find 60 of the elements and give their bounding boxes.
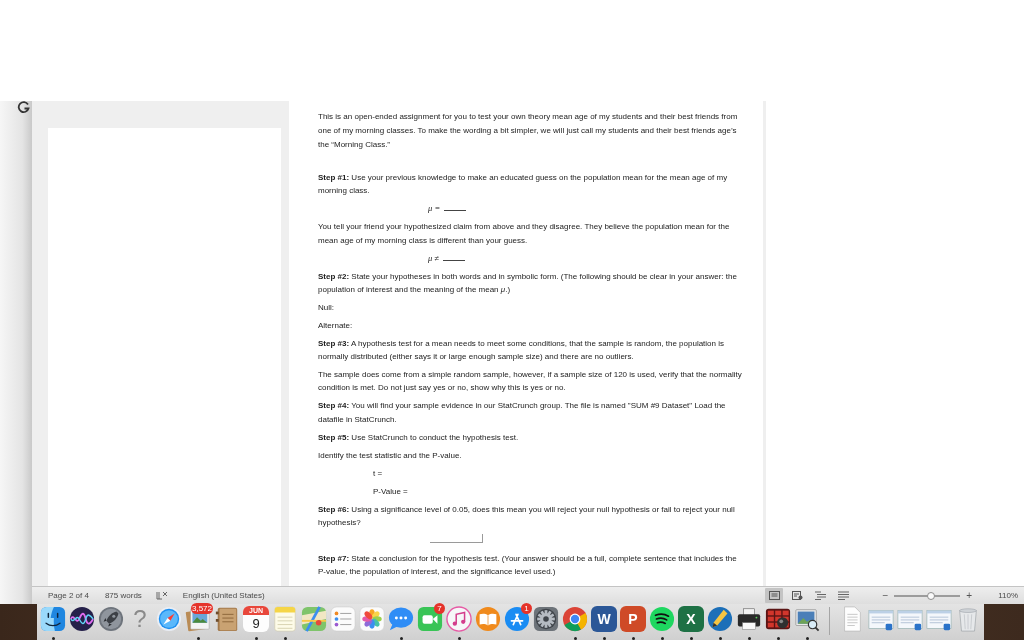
page-lines-icon: [768, 591, 780, 600]
pencil-icon[interactable]: [707, 606, 733, 632]
paragraph: Step #4: You will find your sample evidence in our StatCrunch group. The file is named "SUM #9 Dataset" Load the datafile in StatCrunch.: [318, 400, 727, 426]
word-count-text[interactable]: 875 words: [104, 591, 142, 600]
formula-text: μ =: [428, 202, 441, 216]
settings-icon[interactable]: [533, 606, 559, 632]
outline-list-icon: [814, 591, 826, 600]
notification-badge: 7: [434, 603, 445, 614]
swirl-orb-icon[interactable]: [69, 606, 95, 632]
fill-in-line[interactable]: [444, 210, 467, 212]
view-button[interactable]: [765, 588, 784, 603]
p-tile-icon[interactable]: P: [620, 606, 646, 632]
pencil-a-icon[interactable]: [504, 606, 530, 632]
music-note-icon[interactable]: [446, 606, 472, 632]
paragraph: Identify the test statistic and the P-value.: [318, 449, 463, 462]
paragraph: You tell your friend your hypothesized claim from above and they disagree. They believe the population mean for the mean age of my morning class is different than your guess.: [318, 221, 731, 247]
notification-badge: 3,572: [190, 603, 213, 614]
paragraph: Step #7: State a conclusion for the hypothesis test. (Your answer should be a full, complete sentence that includes the P-value, the population of interest, and the significance level used.): [318, 552, 738, 579]
paragraph: Step #5: Use StatCrunch to conduct the hypothesis test.: [318, 431, 520, 444]
notebook-icon[interactable]: [214, 606, 240, 632]
open-book-icon[interactable]: [475, 606, 501, 632]
printer-icon[interactable]: [736, 606, 762, 632]
paragraph: This is an open-ended assignment for you to test your own theory mean age of my students and their best friends from one of my morning classes. To make the wording a bit simpler, we will just call my students and their best friends age’s the “Morning Class.”: [318, 111, 739, 151]
zoom-out-button[interactable]: −: [880, 589, 891, 602]
flower-icon[interactable]: [359, 606, 385, 632]
paragraph: Step #3: A hypothesis test for a mean needs to meet some conditions, that the sample is random, the population is normally distributed (either says it or large enough sample size) and there are no outliers.: [318, 337, 725, 364]
page-globe-icon: [791, 591, 803, 600]
draft-lines-icon: [837, 591, 849, 600]
paragraph: Step #1: Use your previous knowledge to make an educated guess on the population mean for the mean age of my morning class.: [318, 172, 729, 198]
zoom-percent-text[interactable]: 110%: [998, 591, 1018, 600]
answer-label: P-Value =: [373, 485, 408, 498]
fill-in-line[interactable]: [443, 259, 466, 261]
segmented-ball-icon[interactable]: [562, 606, 588, 632]
tile-grid-icon[interactable]: [765, 606, 791, 632]
zoom-in-button[interactable]: +: [964, 589, 975, 602]
answer-box[interactable]: [430, 533, 483, 543]
video-camera-icon[interactable]: [417, 606, 443, 632]
smiley-face-icon[interactable]: [40, 606, 66, 632]
w-tile-icon[interactable]: W: [591, 606, 617, 632]
paragraph: Null:: [318, 301, 335, 314]
paragraph: Step #2: State your hypotheses in both words and in symbolic form. (The following should be clear in your answer: the population of interest and the meaning of the mean μ.): [318, 270, 738, 296]
speech-bubble-icon[interactable]: [388, 606, 414, 632]
x-tile-icon[interactable]: X: [678, 606, 704, 632]
paragraph: Step #6: Using a significance level of 0.05, does this mean you will reject your null hypothesis or fail to reject your null hypothesis?: [318, 503, 736, 529]
curved-lines-circle-icon[interactable]: [649, 606, 675, 632]
answer-label: t =: [373, 467, 383, 480]
proofing-book-icon[interactable]: [155, 591, 168, 600]
paragraph: The sample does come from a simple random sample, however, if a sample size of 120 is used, verify that the normality condition is met. Do not just say yes or no, show why this is yes or no.: [318, 369, 742, 395]
map-icon[interactable]: [301, 606, 327, 632]
page-count-text[interactable]: Page 2 of 4: [48, 591, 89, 600]
formula-text: μ ≠: [428, 251, 440, 265]
zoom-slider-track[interactable]: [894, 594, 961, 597]
compass-icon[interactable]: [156, 606, 182, 632]
slider-thumb[interactable]: [926, 591, 935, 600]
photo-magnifier-icon[interactable]: [794, 606, 820, 632]
paragraph: Alternate:: [318, 319, 354, 332]
language-text[interactable]: English (United States): [182, 591, 265, 600]
checklist-icon[interactable]: [330, 606, 356, 632]
notification-badge: 1: [521, 603, 532, 614]
rocket-icon[interactable]: [98, 606, 124, 632]
